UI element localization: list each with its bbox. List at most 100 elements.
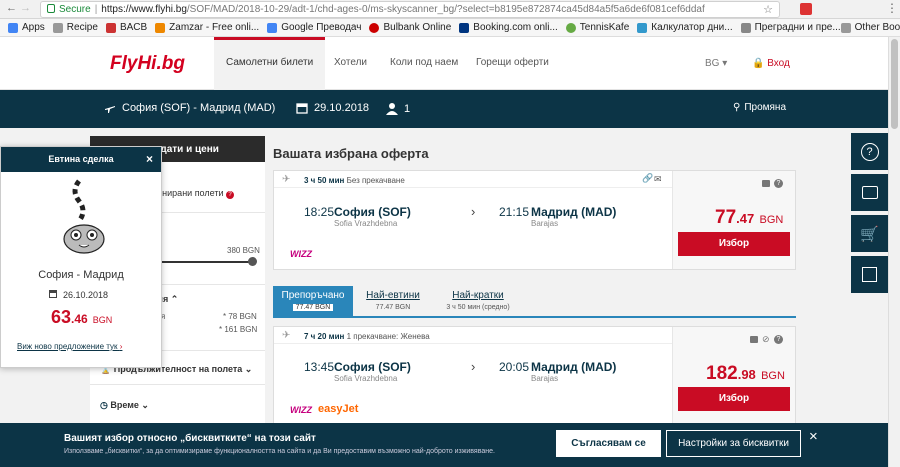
help-button[interactable]: ? xyxy=(851,133,888,170)
gift-button[interactable] xyxy=(851,256,888,293)
nav-hot-deals[interactable]: Горещи оферти xyxy=(476,57,549,68)
lock-icon xyxy=(47,4,55,13)
nav-hotels[interactable]: Хотели xyxy=(334,57,367,68)
price-slider-track[interactable] xyxy=(152,261,254,263)
offer-price-panel: ⊘ ? 182.98 BGN Избор xyxy=(672,327,795,425)
tab-recommended[interactable]: Препоръчано 77.47 BGN xyxy=(273,286,353,318)
address-bar[interactable]: Secure | https://www.flyhi.bg /SOF/MAD/2… xyxy=(40,1,780,18)
help-icon: ? xyxy=(226,191,234,199)
tab-shortest[interactable]: Най-кратки 3 ч 50 мин (средно) xyxy=(433,286,523,318)
deal-route: София - Мадрид xyxy=(38,269,124,281)
cheap-deal-popup: Евтина сделка × София - Мадрид 26.10.201… xyxy=(0,146,162,368)
sort-tabs: Препоръчано 77.47 BGN Най-евтини 77.47 B… xyxy=(273,286,796,318)
extension-icon[interactable] xyxy=(800,3,812,15)
wallet-icon xyxy=(861,186,878,199)
chevron-right-icon: › xyxy=(471,204,476,219)
folder-icon xyxy=(840,22,851,33)
mail-icon[interactable]: ✉ xyxy=(654,174,662,185)
scrollbar-thumb[interactable] xyxy=(891,39,898,129)
site-logo[interactable]: FlyHi.bg xyxy=(110,53,185,75)
deal-new-offer-link[interactable]: Виж ново предложение тук › xyxy=(17,342,122,351)
star-icon[interactable]: ☆ xyxy=(763,3,773,16)
offer-price: 182.98 BGN xyxy=(706,363,785,384)
info-icon[interactable]: ? xyxy=(774,335,783,344)
info-icon[interactable]: ? xyxy=(774,179,783,188)
page-scrollbar[interactable] xyxy=(888,37,900,467)
select-offer-button[interactable]: Избор xyxy=(678,232,790,256)
bookmark-zamzar[interactable]: Zamzar - Free onli... xyxy=(155,22,259,33)
page-title: Вашата избрана оферта xyxy=(273,146,429,161)
arrival-time: 20:05 xyxy=(499,360,530,374)
login-link[interactable]: 🔒 Вход xyxy=(752,58,790,69)
offer-price-panel: ? 77.47 BGN Избор xyxy=(672,171,795,269)
lock-icon: 🔒 xyxy=(752,58,765,69)
offer-card-selected: ✈ 3 ч 50 мин Без прекачване 🔗 ✉ 18:25 Со… xyxy=(273,170,796,270)
bookmark-google-translate[interactable]: Google Преводач xyxy=(267,22,361,33)
bookmark-pregradni[interactable]: Преградни и пре... xyxy=(740,22,841,33)
bookmark-tenniskafe[interactable]: TennisKafe xyxy=(565,22,629,33)
price-slider-handle[interactable] xyxy=(248,257,257,266)
chevron-right-icon: › xyxy=(119,342,123,351)
airline-filter-2-price: * 161 BGN xyxy=(219,325,258,334)
bookmark-apps[interactable]: Apps xyxy=(8,22,45,33)
combined-flights-filter[interactable]: бинирани полети ? xyxy=(152,188,234,199)
plane-icon: ✈ xyxy=(282,174,291,185)
browser-toolbar: ← → Secure | https://www.flyhi.bg /SOF/M… xyxy=(0,0,900,19)
bookmark-other[interactable]: Other Bookmarks xyxy=(840,22,900,33)
change-search-link[interactable]: ⚲ Промяна xyxy=(733,102,786,113)
right-action-rail: ? 🛒 xyxy=(851,133,888,297)
cookie-accept-button[interactable]: Съгласявам се xyxy=(556,430,661,457)
secure-label: Secure xyxy=(59,4,91,15)
search-icon: ⚲ xyxy=(733,102,741,113)
url-path: /SOF/MAD/2018-10-29/adt-1/chd-ages-0/ms-… xyxy=(186,4,705,15)
calculator-icon xyxy=(637,22,648,33)
help-icon: ? xyxy=(860,142,879,161)
departure-city: София (SOF) xyxy=(334,205,411,219)
close-icon[interactable]: × xyxy=(809,428,818,445)
menu-icon[interactable]: ⋮ xyxy=(886,1,898,15)
cart-button[interactable]: 🛒 xyxy=(851,215,888,252)
person-icon xyxy=(386,103,398,115)
bookmark-booking[interactable]: Booking.com onli... xyxy=(459,22,558,33)
arrival-city: Мадрид (MAD) xyxy=(531,360,617,374)
wizzair-logo: WIZZ xyxy=(290,249,312,259)
plane-icon xyxy=(105,106,115,113)
language-selector[interactable]: BG ▾ xyxy=(705,58,727,69)
route-summary: София (SOF) - Мадрид (MAD) xyxy=(104,102,275,114)
apps-icon xyxy=(8,22,18,33)
bulbank-icon xyxy=(369,22,380,33)
easyjet-logo: easyJet xyxy=(318,403,359,415)
deal-date: 26.10.2018 xyxy=(49,290,108,300)
close-icon[interactable]: × xyxy=(146,147,153,172)
arrival-time: 21:15 xyxy=(499,205,530,219)
cookie-settings-button[interactable]: Настройки за бисквитки xyxy=(666,430,801,457)
gift-icon xyxy=(862,267,877,282)
time-filter-header[interactable]: ◷ Време ⌄ xyxy=(100,400,149,411)
bookmark-recipe[interactable]: Recipe xyxy=(52,22,98,33)
departure-city: София (SOF) xyxy=(334,360,411,374)
forward-icon[interactable]: → xyxy=(20,2,31,14)
departure-time: 13:45 xyxy=(304,360,335,374)
arrival-city: Мадрид (MAD) xyxy=(531,205,617,219)
nav-car-rental[interactable]: Коли под наем xyxy=(390,57,458,68)
tennis-icon xyxy=(565,22,576,33)
url-host: https://www.flyhi.bg xyxy=(101,4,187,15)
bookmark-bacb[interactable]: BACB xyxy=(105,22,147,33)
link-icon[interactable]: 🔗 xyxy=(642,173,653,184)
price-max-label: 380 BGN xyxy=(227,246,260,255)
google-icon xyxy=(267,22,278,33)
wallet-button[interactable] xyxy=(851,174,888,211)
select-offer-button[interactable]: Избор xyxy=(678,387,790,411)
bookmark-bulbank[interactable]: Bulbank Online xyxy=(369,22,451,33)
cookie-banner: Вашият избор относно „бисквитките“ на то… xyxy=(0,423,888,467)
bookmark-calculator[interactable]: Калкулатор дни... xyxy=(637,22,733,33)
tab-cheapest[interactable]: Най-евтини 77.47 BGN xyxy=(353,286,433,318)
cookie-title: Вашият избор относно „бисквитките“ на то… xyxy=(64,433,316,444)
booking-icon xyxy=(459,22,470,33)
offer-duration: 3 ч 50 мин Без прекачване xyxy=(304,176,405,185)
arrival-airport: Barajas xyxy=(531,374,559,383)
nav-flights[interactable]: Самолетни билети xyxy=(214,37,326,90)
back-icon[interactable]: ← xyxy=(6,2,17,14)
departure-airport: Sofia Vrazhdebna xyxy=(334,374,398,383)
offer-duration: 7 ч 20 мин 1 прекачване: Женева xyxy=(304,332,430,341)
